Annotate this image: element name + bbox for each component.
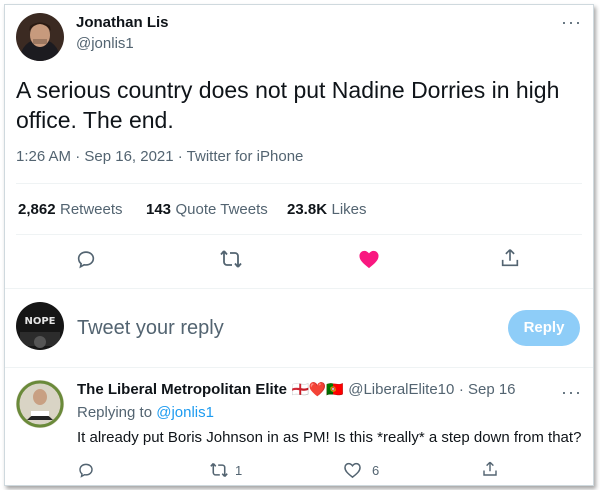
reply-author-handle[interactable]: @LiberalElite10 [348, 381, 454, 398]
reply-icon[interactable] [77, 461, 95, 479]
author-handle[interactable]: @jonlis1 [76, 35, 134, 52]
like-icon[interactable] [343, 461, 362, 479]
like-icon[interactable] [358, 249, 380, 269]
divider [5, 288, 593, 289]
share-icon[interactable] [481, 460, 499, 478]
author-name[interactable]: Jonathan Lis [76, 14, 169, 31]
quotes-count: 143 [146, 201, 172, 218]
reply-author-avatar[interactable] [16, 380, 64, 428]
likes-label: Likes [331, 201, 367, 218]
likes-stat[interactable]: 23.8K Likes [287, 201, 367, 219]
share-icon[interactable] [499, 247, 521, 269]
retweets-label: Retweets [60, 201, 123, 218]
retweets-stat[interactable]: 2,862 Retweets [18, 201, 123, 219]
replying-to-link[interactable]: @jonlis1 [156, 404, 214, 421]
quotes-label: Quote Tweets [175, 201, 268, 218]
replying-to-prefix: Replying to [77, 404, 153, 421]
reply-retweet-count: 1 [235, 463, 243, 478]
divider [16, 183, 582, 184]
likes-count: 23.8K [287, 201, 328, 218]
quote-tweets-stat[interactable]: 143 Quote Tweets [146, 201, 268, 219]
replying-to: Replying to @jonlis1 [77, 404, 214, 421]
svg-text:NOPE: NOPE [24, 316, 55, 327]
reply-input[interactable]: Tweet your reply [77, 317, 477, 340]
reply-date[interactable]: · Sep 16 [459, 381, 516, 398]
author-avatar[interactable] [16, 13, 64, 61]
reply-header: The Liberal Metropolitan Elite 🏴󠁧󠁢󠁥󠁮󠁧󠁿❤️… [77, 381, 516, 399]
divider [16, 234, 582, 235]
reply-button[interactable]: Reply [508, 310, 580, 346]
tweet-thread-panel: Jonathan Lis @jonlis1 ··· A serious coun… [4, 4, 594, 486]
reply-icon[interactable] [75, 248, 97, 270]
divider [5, 367, 593, 368]
retweets-count: 2,862 [18, 201, 56, 218]
reply-text: It already put Boris Johnson in as PM! I… [77, 429, 582, 446]
retweet-icon[interactable] [219, 248, 243, 270]
reply-author-emojis: 🏴󠁧󠁢󠁥󠁮󠁧󠁿❤️🇵🇹 [291, 381, 344, 397]
retweet-icon[interactable] [209, 461, 229, 479]
current-user-avatar[interactable]: NOPE [16, 302, 64, 350]
tweet-text: A serious country does not put Nadine Do… [16, 77, 560, 133]
more-horizontal-icon[interactable]: ··· [561, 383, 582, 401]
more-horizontal-icon[interactable]: ··· [561, 13, 582, 31]
reply-like-count: 6 [372, 463, 380, 478]
reply-author-name[interactable]: The Liberal Metropolitan Elite [77, 381, 287, 398]
tweet-timestamp[interactable]: 1:26 AM · Sep 16, 2021 · Twitter for iPh… [16, 148, 303, 165]
